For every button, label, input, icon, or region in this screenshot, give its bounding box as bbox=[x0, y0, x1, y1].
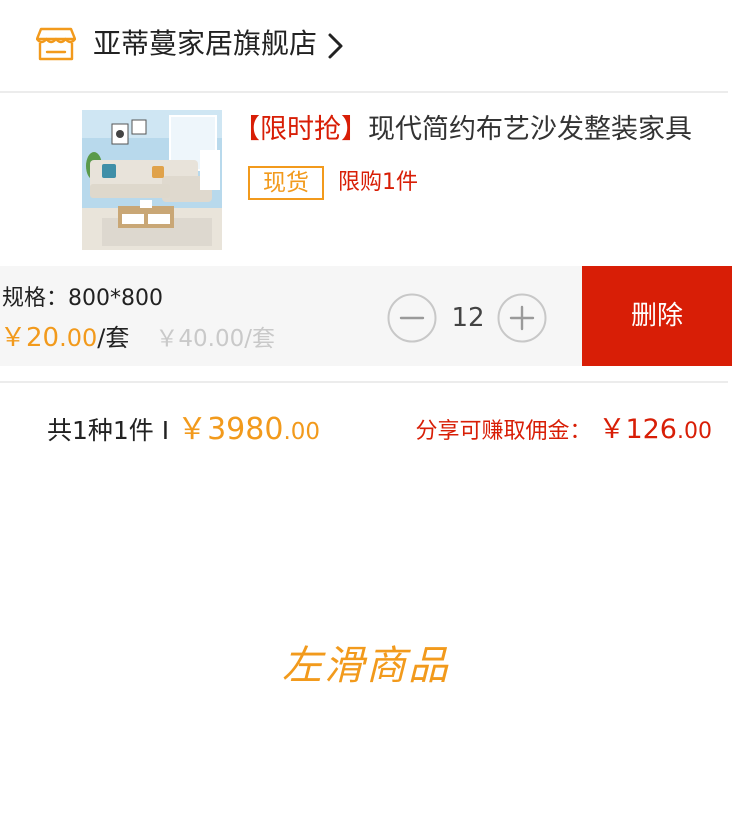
purchase-limit-text: 限购1件 bbox=[338, 170, 418, 195]
quantity-increase-button[interactable] bbox=[497, 293, 547, 343]
divider bbox=[0, 91, 728, 93]
commission-label: 分享可赚取佣金： bbox=[415, 419, 592, 444]
order-summary: 共1种1件 I ￥3980.00 bbox=[47, 410, 320, 452]
swipe-hint: 左滑商品 bbox=[282, 643, 450, 689]
price-unit: /套 bbox=[97, 324, 130, 352]
flash-sale-tag: 【限时抢】 bbox=[233, 114, 368, 145]
price-line: ￥20.00/套 ￥40.00/套 bbox=[0, 320, 275, 359]
spec-label[interactable]: 规格：800*800 bbox=[2, 283, 163, 315]
commission-value: ￥126.00 bbox=[598, 414, 712, 445]
total-price: ￥3980.00 bbox=[177, 412, 321, 447]
item-count: 共1种1件 I bbox=[47, 416, 170, 445]
quantity-decrease-button[interactable] bbox=[387, 293, 437, 343]
plus-icon bbox=[497, 293, 547, 343]
product-name: 现代简约布艺沙发整装家具 bbox=[368, 114, 692, 145]
store-icon bbox=[35, 26, 77, 62]
quantity-value[interactable]: 12 bbox=[440, 300, 496, 336]
minus-icon bbox=[387, 293, 437, 343]
in-stock-badge: 现货 bbox=[248, 166, 324, 200]
chevron-right-icon[interactable] bbox=[324, 32, 346, 60]
store-header[interactable]: 亚蒂蔓家居旗舰店 bbox=[0, 0, 732, 92]
original-price: ￥40.00/套 bbox=[155, 326, 275, 352]
commission-info: 分享可赚取佣金： ￥126.00 bbox=[415, 410, 712, 452]
divider bbox=[0, 381, 728, 383]
current-price: ￥20.00 bbox=[0, 323, 98, 353]
store-name[interactable]: 亚蒂蔓家居旗舰店 bbox=[93, 24, 317, 64]
delete-button[interactable]: 删除 bbox=[582, 266, 732, 366]
product-title[interactable]: 【限时抢】现代简约布艺沙发整装家具 bbox=[233, 110, 692, 150]
product-thumbnail[interactable] bbox=[82, 110, 222, 250]
